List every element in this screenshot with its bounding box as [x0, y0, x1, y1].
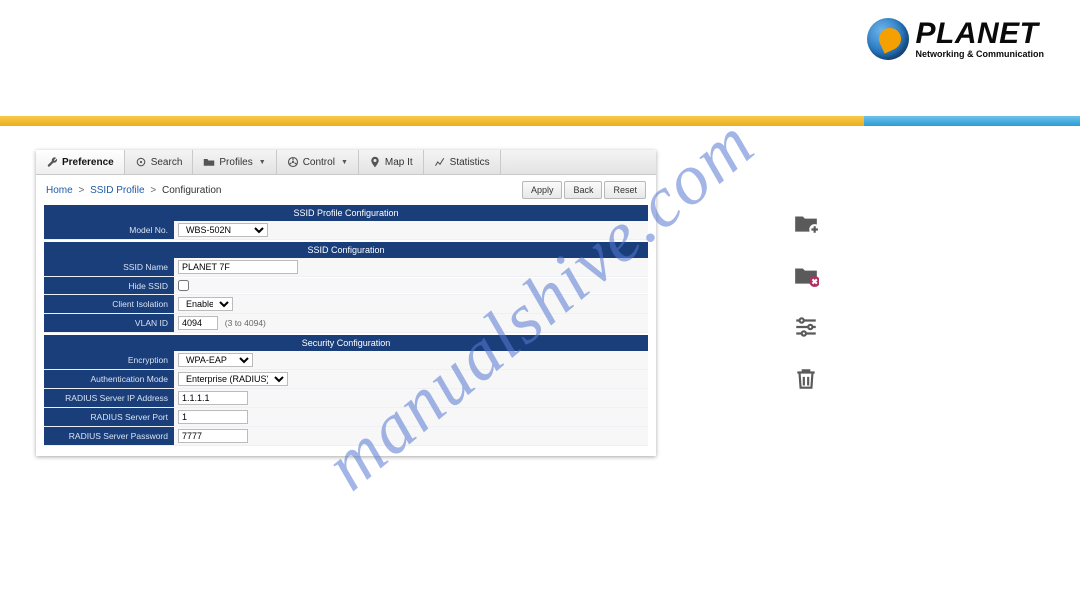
client-isolation-select[interactable]: Enable: [178, 297, 233, 311]
label-hide-ssid: Hide SSID: [44, 277, 174, 294]
label-radius-pass: RADIUS Server Password: [44, 427, 174, 445]
label-ssid-name: SSID Name: [44, 258, 174, 276]
breadcrumb-ssid-profile[interactable]: SSID Profile: [90, 185, 144, 196]
tab-control-label: Control: [303, 157, 335, 168]
breadcrumb-home[interactable]: Home: [46, 185, 73, 196]
new-profile-icon[interactable]: [793, 210, 819, 236]
vlan-id-input[interactable]: [178, 316, 218, 330]
reset-button[interactable]: Reset: [604, 181, 646, 199]
tab-preference-label: Preference: [62, 157, 114, 168]
steering-icon: [287, 156, 299, 168]
tab-profiles-label: Profiles: [219, 157, 252, 168]
back-button[interactable]: Back: [564, 181, 602, 199]
label-encryption: Encryption: [44, 351, 174, 369]
section-ssid-header: SSID Configuration: [44, 242, 648, 258]
radius-ip-input[interactable]: [178, 391, 248, 405]
side-icon-column: [793, 210, 819, 392]
chart-icon: [434, 156, 446, 168]
radius-pass-input[interactable]: [178, 429, 248, 443]
label-vlan-id: VLAN ID: [44, 314, 174, 332]
hide-ssid-checkbox[interactable]: [178, 280, 189, 291]
radius-port-input[interactable]: [178, 410, 248, 424]
tab-mapit-label: Map It: [385, 157, 413, 168]
tab-statistics-label: Statistics: [450, 157, 490, 168]
encryption-select[interactable]: WPA-EAP: [178, 353, 253, 367]
brand-logo: PLANET Networking & Communication: [867, 18, 1044, 60]
label-radius-port: RADIUS Server Port: [44, 408, 174, 426]
apply-button[interactable]: Apply: [522, 181, 563, 199]
chevron-down-icon: ▼: [341, 159, 348, 166]
auth-mode-select[interactable]: Enterprise (RADIUS): [178, 372, 288, 386]
breadcrumb-current: Configuration: [162, 185, 221, 196]
vlan-hint: (3 to 4094): [225, 318, 266, 328]
ssid-name-input[interactable]: [178, 260, 298, 274]
header-stripe: [0, 116, 1080, 126]
label-auth-mode: Authentication Mode: [44, 370, 174, 388]
brand-name: PLANET: [915, 19, 1044, 49]
label-model: Model No.: [44, 221, 174, 239]
config-panel: Preference Search Profiles ▼ Control ▼: [36, 150, 656, 456]
chevron-down-icon: ▼: [259, 159, 266, 166]
globe-icon: [867, 18, 909, 60]
model-select[interactable]: WBS-502N: [178, 223, 268, 237]
tab-preference[interactable]: Preference: [36, 150, 125, 174]
section-profile-header: SSID Profile Configuration: [44, 205, 648, 221]
breadcrumb: Home > SSID Profile > Configuration: [46, 185, 522, 196]
location-icon: [369, 156, 381, 168]
tab-search-label: Search: [151, 157, 183, 168]
wrench-icon: [46, 156, 58, 168]
brand-tagline: Networking & Communication: [915, 49, 1044, 59]
remove-profile-icon[interactable]: [793, 262, 819, 288]
folder-icon: [203, 156, 215, 168]
tab-profiles[interactable]: Profiles ▼: [193, 150, 276, 174]
settings-sliders-icon[interactable]: [793, 314, 819, 340]
tab-control[interactable]: Control ▼: [277, 150, 359, 174]
tab-search[interactable]: Search: [125, 150, 194, 174]
section-security-header: Security Configuration: [44, 335, 648, 351]
tab-bar: Preference Search Profiles ▼ Control ▼: [36, 150, 656, 175]
tab-statistics[interactable]: Statistics: [424, 150, 501, 174]
tab-mapit[interactable]: Map It: [359, 150, 424, 174]
target-icon: [135, 156, 147, 168]
label-client-isolation: Client Isolation: [44, 295, 174, 313]
label-radius-ip: RADIUS Server IP Address: [44, 389, 174, 407]
delete-trash-icon[interactable]: [793, 366, 819, 392]
